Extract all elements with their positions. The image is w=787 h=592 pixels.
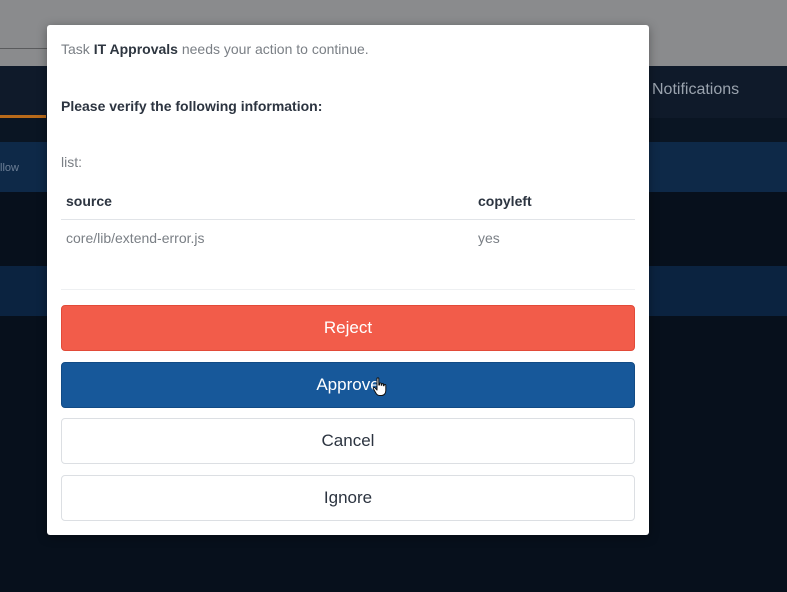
approval-dialog: Task IT Approvals needs your action to c…: [47, 25, 649, 535]
dialog-message: Task IT Approvals needs your action to c…: [61, 41, 369, 57]
cell-source: core/lib/extend-error.js: [66, 229, 205, 246]
table-row: core/lib/extend-error.js yes: [61, 220, 635, 256]
column-header-copyleft: copyleft: [473, 182, 635, 220]
background-nav-notifications: Notifications: [652, 81, 740, 98]
dialog-message-suffix: needs your action to continue.: [177, 41, 369, 57]
cell-copyleft: yes: [478, 229, 500, 246]
task-name: IT Approvals: [93, 41, 178, 57]
verify-heading: Please verify the following information:: [61, 98, 323, 114]
table-header-row: source copyleft: [61, 182, 635, 220]
dialog-message-prefix: Task: [61, 41, 94, 57]
background-row-label: llow: [0, 162, 19, 174]
hand-pointer-icon: [372, 377, 387, 396]
ignore-button[interactable]: Ignore: [61, 475, 635, 521]
approve-button[interactable]: Approve: [61, 362, 635, 408]
list-label: list:: [61, 154, 82, 170]
info-table: source copyleft core/lib/extend-error.js…: [61, 182, 635, 255]
column-header-source: source: [61, 182, 473, 220]
background-topbar-divider: [0, 48, 50, 49]
table-divider: [61, 289, 635, 290]
reject-button[interactable]: Reject: [61, 305, 635, 351]
cancel-button[interactable]: Cancel: [61, 418, 635, 464]
